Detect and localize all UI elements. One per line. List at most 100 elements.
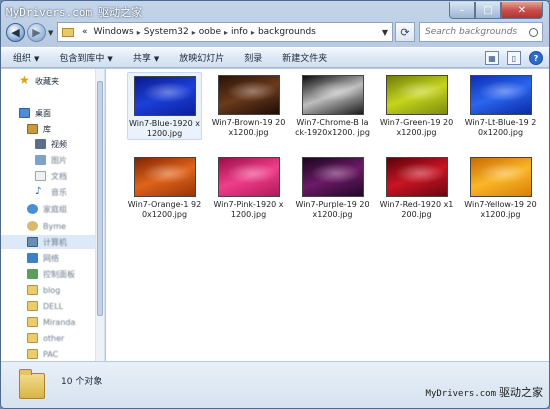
nav-folder-other[interactable]: other (27, 331, 64, 345)
address-bar[interactable]: « Windows ▸ System32 ▸ oobe ▸ info ▸ bac… (57, 22, 393, 42)
watermark-brand-text: 驱动之家 (98, 6, 143, 19)
folder-icon (27, 333, 38, 343)
details-pane: 10 个对象 MyDrivers.com 驱动之家 (1, 361, 549, 408)
nav-control-panel-label: 控制面板 (43, 269, 75, 279)
folder-icon (27, 285, 38, 295)
file-name: Win7-Yellow-19 20x1200.jpg (464, 200, 537, 219)
file-name: Win7-Orange-1 920x1200.jpg (127, 200, 202, 219)
wallpaper-preview (133, 157, 196, 197)
wallpaper-preview (385, 75, 448, 115)
include-in-library-label: 包含到库中 (59, 54, 105, 64)
breadcrumb-info[interactable]: info (228, 27, 251, 37)
file-thumbnail[interactable]: Win7-Chrome-B lack-1920x1200. jpg (295, 72, 370, 138)
maximize-button[interactable]: □ (475, 2, 501, 19)
chevron-down-icon: ▼ (153, 55, 160, 63)
nav-folder-label: blog (43, 285, 61, 295)
file-thumbnail[interactable]: Win7-Green-19 20x1200.jpg (379, 72, 454, 138)
nav-user[interactable]: Byme (27, 219, 66, 233)
nav-folder-label: PAC (43, 349, 59, 359)
caption-buttons: – □ ✕ (449, 2, 543, 19)
folder-icon (62, 27, 74, 37)
breadcrumb-windows[interactable]: Windows (91, 27, 137, 37)
include-in-library-menu[interactable]: 包含到库中 ▼ (59, 51, 112, 64)
nav-homegroup-label: 家庭组 (43, 204, 67, 214)
file-thumbnail[interactable]: Win7-Red-1920 x1200.jpg (379, 154, 454, 220)
breadcrumb-system32[interactable]: System32 (141, 27, 192, 37)
music-icon: ♪ (35, 186, 42, 197)
watermark-bottom: MyDrivers.com 驱动之家 (426, 384, 543, 400)
watermark-site-text: MyDrivers.com (425, 389, 496, 399)
wallpaper-preview (385, 157, 448, 197)
nav-network[interactable]: 网络 (27, 251, 59, 265)
file-thumbnail[interactable]: Win7-Brown-19 20x1200.jpg (211, 72, 286, 138)
file-thumbnail[interactable]: Win7-Lt-Blue-19 20x1200.jpg (463, 72, 538, 138)
file-name: Win7-Red-1920 x1200.jpg (379, 200, 454, 219)
nav-music[interactable]: ♪ 音乐 (35, 185, 67, 199)
minimize-button[interactable]: – (449, 2, 475, 19)
burn-button[interactable]: 刻录 (244, 51, 262, 64)
nav-favorites-label: 收藏夹 (35, 76, 59, 86)
chevron-down-icon: ▼ (34, 55, 40, 63)
homegroup-icon (27, 204, 38, 214)
wallpaper-preview (133, 76, 196, 116)
nav-libraries[interactable]: 库 (27, 122, 51, 136)
file-thumbnail[interactable]: Win7-Yellow-19 20x1200.jpg (463, 154, 538, 220)
folder-icon (27, 349, 38, 359)
file-name: Win7-Purple-19 20x1200.jpg (295, 200, 370, 219)
nav-documents[interactable]: 文档 (35, 169, 67, 183)
nav-videos-label: 视频 (51, 139, 67, 149)
breadcrumb-backgrounds[interactable]: backgrounds (255, 27, 319, 37)
nav-control-panel[interactable]: 控制面板 (27, 267, 75, 281)
nav-pictures[interactable]: 图片 (35, 153, 67, 167)
chevron-down-icon[interactable]: ▼ (378, 28, 392, 37)
nav-scrollbar[interactable] (95, 69, 104, 361)
file-name: Win7-Chrome-B lack-1920x1200. jpg (295, 118, 370, 137)
nav-folder-label: other (43, 333, 65, 343)
help-icon[interactable]: ? (529, 51, 543, 65)
forward-button[interactable]: ▶ (27, 23, 46, 42)
command-bar: 组织 ▼ 包含到库中 ▼ 共享 ▼ 放映幻灯片 刻录 新建文件夹 ▦ ▯ ? (1, 47, 549, 68)
nav-documents-label: 文档 (51, 171, 67, 181)
organize-menu[interactable]: 组织 ▼ (13, 51, 39, 64)
nav-desktop[interactable]: 桌面 (19, 106, 51, 120)
slideshow-button[interactable]: 放映幻灯片 (179, 51, 224, 64)
computer-icon (27, 237, 38, 247)
search-input[interactable] (425, 27, 525, 37)
nav-folder-miranda[interactable]: Miranda (27, 315, 75, 329)
close-button[interactable]: ✕ (501, 2, 543, 19)
nav-folder-blog[interactable]: blog (27, 283, 60, 297)
file-thumbnail[interactable]: Win7-Blue-1920 x1200.jpg (127, 72, 202, 140)
file-thumbnail[interactable]: Win7-Pink-1920 x1200.jpg (211, 154, 286, 220)
address-row: ◀ ▶ ▼ « Windows ▸ System32 ▸ oobe ▸ info… (1, 21, 549, 45)
organize-label: 组织 (13, 54, 32, 64)
watermark-top: MyDrivers.com 驱动之家 (6, 4, 142, 20)
share-menu[interactable]: 共享 ▼ (133, 51, 159, 64)
nav-homegroup[interactable]: 家庭组 (27, 202, 67, 216)
file-thumbnail[interactable]: Win7-Purple-19 20x1200.jpg (295, 154, 370, 220)
nav-videos[interactable]: 视频 (35, 137, 67, 151)
search-box[interactable] (419, 22, 543, 42)
refresh-button[interactable]: ⟳ (395, 22, 415, 42)
nav-favorites[interactable]: ★ 收藏夹 (19, 74, 59, 88)
recent-pages-dropdown[interactable]: ▼ (48, 29, 53, 37)
nav-computer-label: 计算机 (43, 237, 67, 247)
explorer-window: MyDrivers.com 驱动之家 – □ ✕ ◀ ▶ ▼ « Windows … (0, 0, 550, 409)
video-icon (35, 139, 46, 149)
preview-pane-icon[interactable]: ▯ (507, 51, 521, 65)
file-name: Win7-Pink-1920 x1200.jpg (213, 200, 284, 219)
nav-network-label: 网络 (43, 253, 59, 263)
file-thumbnail[interactable]: Win7-Orange-1 920x1200.jpg (127, 154, 202, 220)
nav-folder-dell[interactable]: DELL (27, 299, 63, 313)
file-name: Win7-Brown-19 20x1200.jpg (211, 118, 286, 137)
back-button[interactable]: ◀ (6, 23, 25, 42)
nav-scrollbar-thumb[interactable] (97, 81, 103, 316)
nav-pictures-label: 图片 (51, 155, 67, 165)
breadcrumb-oobe[interactable]: oobe (196, 27, 224, 37)
new-folder-button[interactable]: 新建文件夹 (282, 51, 327, 64)
nav-folder-pac[interactable]: PAC (27, 347, 58, 361)
nav-computer[interactable]: 计算机 (1, 235, 104, 249)
folder-icon (19, 369, 45, 399)
wallpaper-preview (301, 157, 364, 197)
view-options-icon[interactable]: ▦ (485, 51, 499, 65)
address-prefix[interactable]: « (79, 27, 91, 37)
